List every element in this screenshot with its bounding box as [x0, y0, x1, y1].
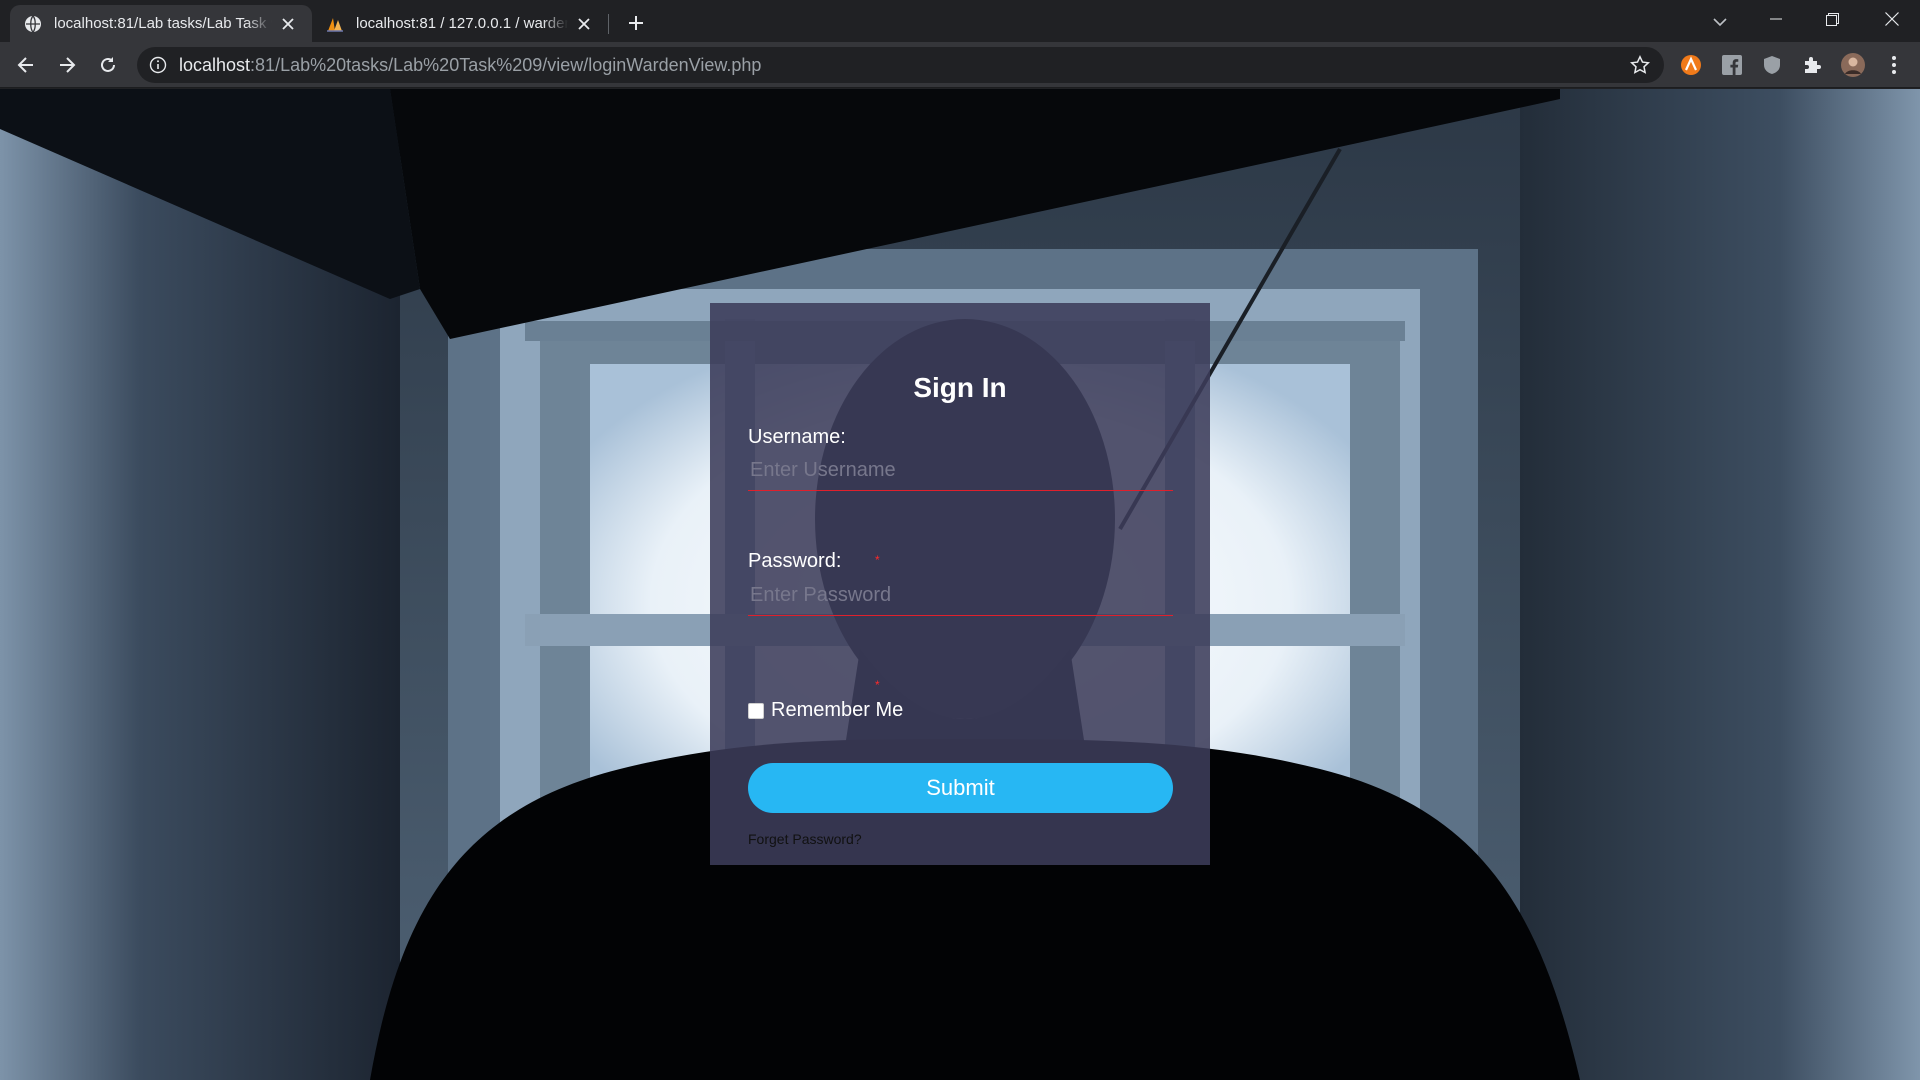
tab-close-icon[interactable]	[574, 14, 594, 34]
menu-dots-icon[interactable]	[1880, 51, 1908, 79]
tab-strip: localhost:81/Lab tasks/Lab Task 9 localh…	[0, 0, 1920, 42]
submit-button[interactable]: Submit	[748, 763, 1173, 813]
shield-icon[interactable]	[1758, 51, 1786, 79]
puzzle-icon[interactable]	[1798, 51, 1826, 79]
username-input[interactable]	[748, 451, 1173, 491]
username-label: Username:	[748, 426, 846, 448]
new-tab-icon[interactable]	[622, 9, 650, 37]
tab-title: localhost:81 / 127.0.0.1 / warden_	[356, 15, 568, 32]
url-text: localhost:81/Lab%20tasks/Lab%20Task%209/…	[179, 55, 761, 76]
forget-password-link[interactable]: Forget Password?	[748, 831, 862, 847]
bookmark-star-icon[interactable]	[1630, 55, 1650, 75]
avast-icon[interactable]	[1677, 51, 1705, 79]
globe-icon	[25, 15, 41, 32]
tab-separator	[608, 14, 609, 34]
facebook-icon[interactable]	[1718, 51, 1746, 79]
close-window-icon[interactable]	[1864, 0, 1920, 38]
remember-me-checkbox[interactable]	[748, 702, 764, 719]
minimize-icon[interactable]	[1748, 0, 1804, 38]
url-host: localhost	[179, 54, 251, 75]
back-icon[interactable]	[10, 49, 42, 81]
password-label: Password:	[748, 550, 842, 572]
sign-in-card: Sign In Username: * Password: * Remember…	[710, 303, 1210, 865]
password-error: *	[875, 678, 880, 692]
remember-me-label[interactable]: Remember Me	[771, 699, 903, 722]
remember-me-row: Remember Me	[748, 699, 903, 722]
profile-avatar[interactable]	[1839, 51, 1867, 79]
browser-toolbar: localhost:81/Lab%20tasks/Lab%20Task%209/…	[0, 42, 1920, 88]
forward-icon[interactable]	[51, 49, 83, 81]
password-input[interactable]	[748, 576, 1173, 616]
phpmyadmin-sail-icon	[327, 17, 343, 32]
url-path: :81/Lab%20tasks/Lab%20Task%209/view/logi…	[250, 54, 762, 75]
tab-title: localhost:81/Lab tasks/Lab Task 9	[54, 15, 272, 32]
address-bar[interactable]: localhost:81/Lab%20tasks/Lab%20Task%209/…	[137, 47, 1664, 83]
sign-in-title: Sign In	[913, 372, 1007, 403]
tab-lab-task[interactable]: localhost:81/Lab tasks/Lab Task 9	[10, 5, 312, 42]
reload-icon[interactable]	[92, 49, 124, 81]
page-viewport: Sign In Username: * Password: * Remember…	[0, 89, 1920, 1080]
tab-phpmyadmin[interactable]: localhost:81 / 127.0.0.1 / warden_	[312, 5, 608, 42]
restore-icon[interactable]	[1804, 0, 1860, 38]
tab-search-chevron-icon[interactable]	[1706, 8, 1734, 36]
info-icon[interactable]	[149, 56, 167, 74]
tab-close-icon[interactable]	[278, 14, 298, 34]
username-error: *	[875, 553, 880, 567]
